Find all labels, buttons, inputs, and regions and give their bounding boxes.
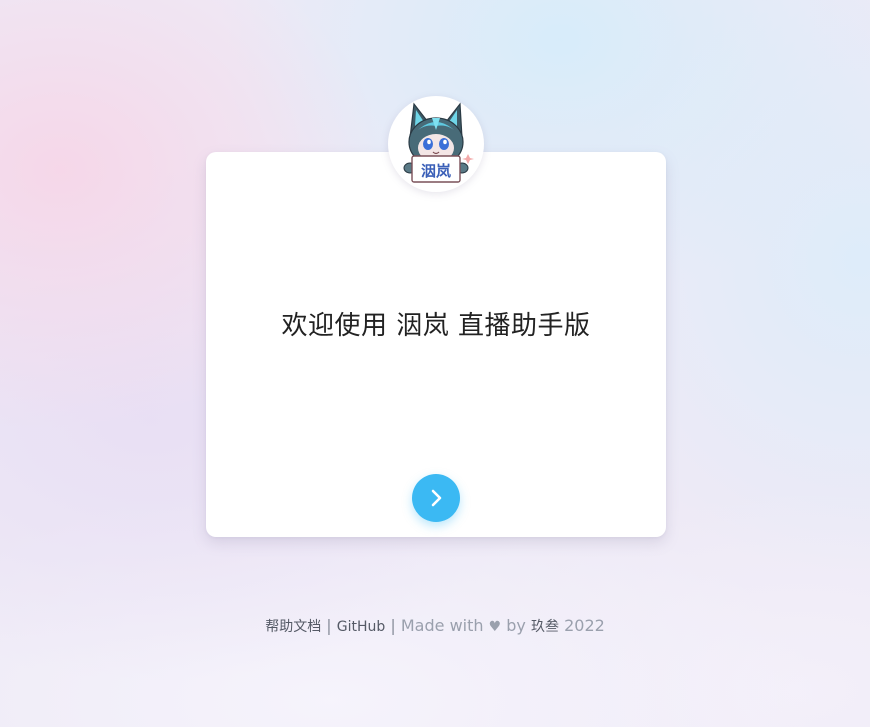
footer: 帮助文档 | GitHub | Made with ♥ by 玖叁 2022 [0, 614, 870, 639]
footer-separator: | [390, 616, 396, 635]
made-with-text: Made with [400, 616, 484, 635]
author-name: 玖叁 [530, 619, 559, 635]
copyright-year: 2022 [564, 616, 605, 635]
next-button[interactable] [412, 474, 460, 522]
chevron-right-icon [431, 489, 442, 507]
avatar: 洇岚 [388, 96, 484, 192]
heart-icon: ♥ [488, 619, 502, 635]
github-link[interactable]: GitHub [337, 619, 386, 635]
help-docs-link[interactable]: 帮助文档 [265, 619, 321, 635]
welcome-title: 欢迎使用 洇岚 直播助手版 [281, 311, 591, 341]
avatar-illustration: 洇岚 [403, 102, 474, 183]
by-text: by [506, 616, 526, 635]
avatar-badge-text: 洇岚 [421, 162, 451, 180]
footer-separator: | [326, 616, 332, 635]
